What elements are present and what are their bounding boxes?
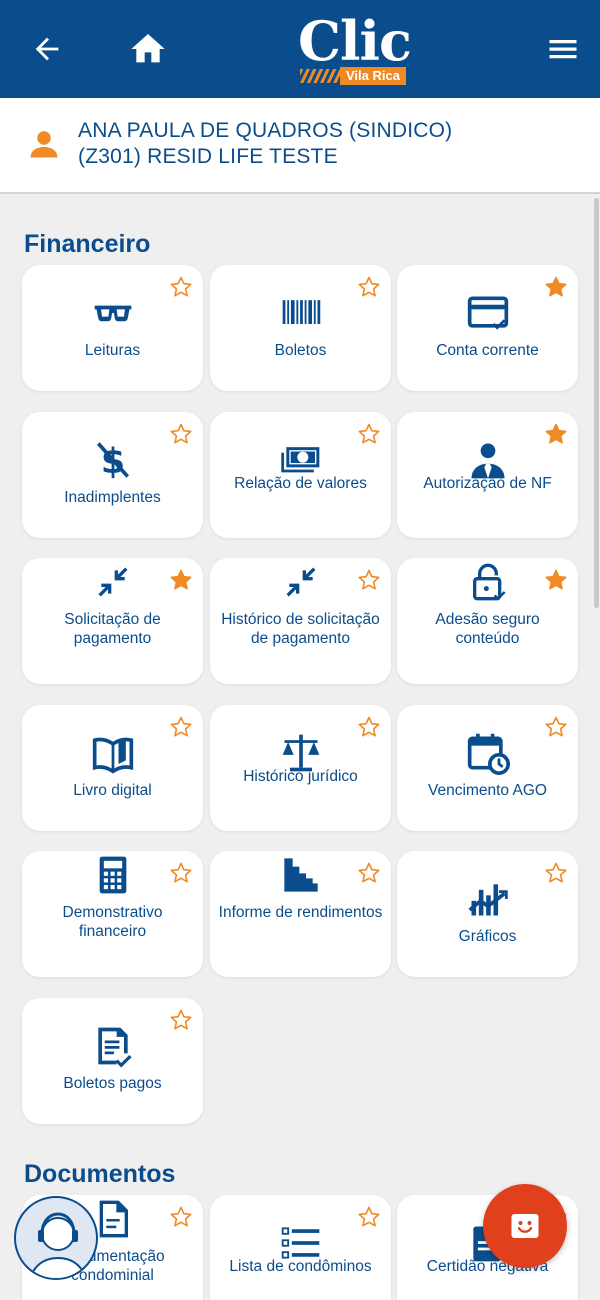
menu-card-label: Boletos [274,342,327,359]
scrollbar[interactable] [594,198,599,608]
assistant-icon [29,1212,87,1278]
star-outline-icon[interactable] [357,715,381,739]
menu-card-label: Histórico jurídico [243,767,358,785]
lock-check-icon [468,562,508,602]
menu-card[interactable]: Relação de valores [210,411,391,538]
menu-card[interactable]: Livro digital [22,704,203,831]
star-outline-icon[interactable] [357,1205,381,1229]
book-icon [91,731,135,775]
back-arrow-icon[interactable] [22,24,72,74]
menu-card-label: Lista de condôminos [229,1258,372,1275]
menu-card[interactable]: Informe de rendimentos [210,851,391,977]
calendar-clock-icon [466,731,510,775]
star-outline-icon[interactable] [544,861,568,885]
user-name: ANA PAULA DE QUADROS (SINDICO) [78,119,453,142]
star-outline-icon[interactable] [169,861,193,885]
logo-stripes [300,69,340,83]
menu-card-label: Inadimplentes [64,488,161,506]
star-filled-icon[interactable] [544,568,568,592]
bar-trend-icon [466,877,510,921]
menu-card[interactable]: Boletos pagos [22,997,203,1124]
star-outline-icon[interactable] [169,715,193,739]
star-filled-icon[interactable] [544,422,568,446]
star-outline-icon[interactable] [169,422,193,446]
star-outline-icon[interactable] [357,422,381,446]
stairs-chart-icon [281,855,321,895]
menu-card-label: Autorização de NF [423,474,552,492]
document-icon [93,1199,133,1239]
section-title-financeiro: Financeiro [24,230,151,258]
logo-sub-text: Vila Rica [340,67,406,85]
star-outline-icon[interactable] [357,568,381,592]
virtual-assistant-avatar[interactable] [14,1196,98,1280]
person-icon [26,126,62,167]
chat-smile-icon [511,1214,539,1238]
menu-card[interactable]: Demonstrativo financeiro [22,851,203,977]
menu-card[interactable]: Conta corrente [397,265,578,391]
chat-fab-button[interactable] [483,1184,567,1268]
star-outline-icon[interactable] [169,1205,193,1229]
star-filled-icon[interactable] [169,568,193,592]
menu-card-label: Histórico de solicitação de pagamento [221,611,380,647]
star-filled-icon[interactable] [544,275,568,299]
credit-card-icon [466,291,510,335]
menu-card[interactable]: Boletos [210,265,391,391]
menu-card-label: Adesão seguro conteúdo [435,611,540,647]
star-outline-icon[interactable] [357,861,381,885]
menu-card-label: Leituras [84,342,141,359]
top-app-bar: Clic Vila Rica [0,0,600,98]
user-unit: (Z301) RESID LIFE TESTE [78,145,338,168]
logo-main-text: Clic [298,9,412,73]
menu-card-label: Gráficos [458,928,517,945]
menu-hamburger-icon[interactable] [538,24,588,74]
menu-card-label: Solicitação de pagamento [64,611,161,647]
user-info-bar[interactable]: ANA PAULA DE QUADROS (SINDICO) (Z301) RE… [0,98,600,194]
menu-card-label: Vencimento AGO [428,781,547,799]
user-details: ANA PAULA DE QUADROS (SINDICO) (Z301) RE… [78,118,578,170]
menu-card-label: Boletos pagos [63,1074,162,1092]
star-outline-icon[interactable] [169,1008,193,1032]
menu-card[interactable]: Histórico jurídico [210,704,391,831]
glasses-icon [91,291,135,335]
star-outline-icon[interactable] [357,275,381,299]
menu-card-label: Relação de valores [234,474,367,492]
no-money-icon: $ [91,438,135,482]
menu-card[interactable]: Lista de condôminos [210,1195,391,1300]
home-icon[interactable] [123,24,173,74]
menu-card[interactable]: Leituras [22,265,203,391]
menu-card[interactable]: Histórico de solicitação de pagamento [210,558,391,684]
menu-card[interactable]: Vencimento AGO [397,704,578,831]
barcode-icon [279,291,323,335]
menu-card-label: Informe de rendimentos [218,904,383,921]
calculator-icon [93,855,133,895]
star-outline-icon[interactable] [544,715,568,739]
section-title-documentos: Documentos [24,1160,176,1188]
menu-card-label: Demonstrativo financeiro [62,904,163,940]
collapse-arrows-icon [93,562,133,602]
clic-logo: Clic Vila Rica [296,12,420,88]
menu-card[interactable]: $ Inadimplentes [22,411,203,538]
collapse-arrows-icon [281,562,321,602]
menu-card[interactable]: Adesão seguro conteúdo [397,558,578,684]
menu-card[interactable]: Gráficos [397,851,578,977]
menu-card[interactable]: Autorização de NF [397,411,578,538]
menu-card-label: Livro digital [73,781,152,799]
menu-card-label: Conta corrente [436,342,539,359]
star-outline-icon[interactable] [169,275,193,299]
document-check-icon [91,1024,135,1068]
menu-card[interactable]: Solicitação de pagamento [22,558,203,684]
